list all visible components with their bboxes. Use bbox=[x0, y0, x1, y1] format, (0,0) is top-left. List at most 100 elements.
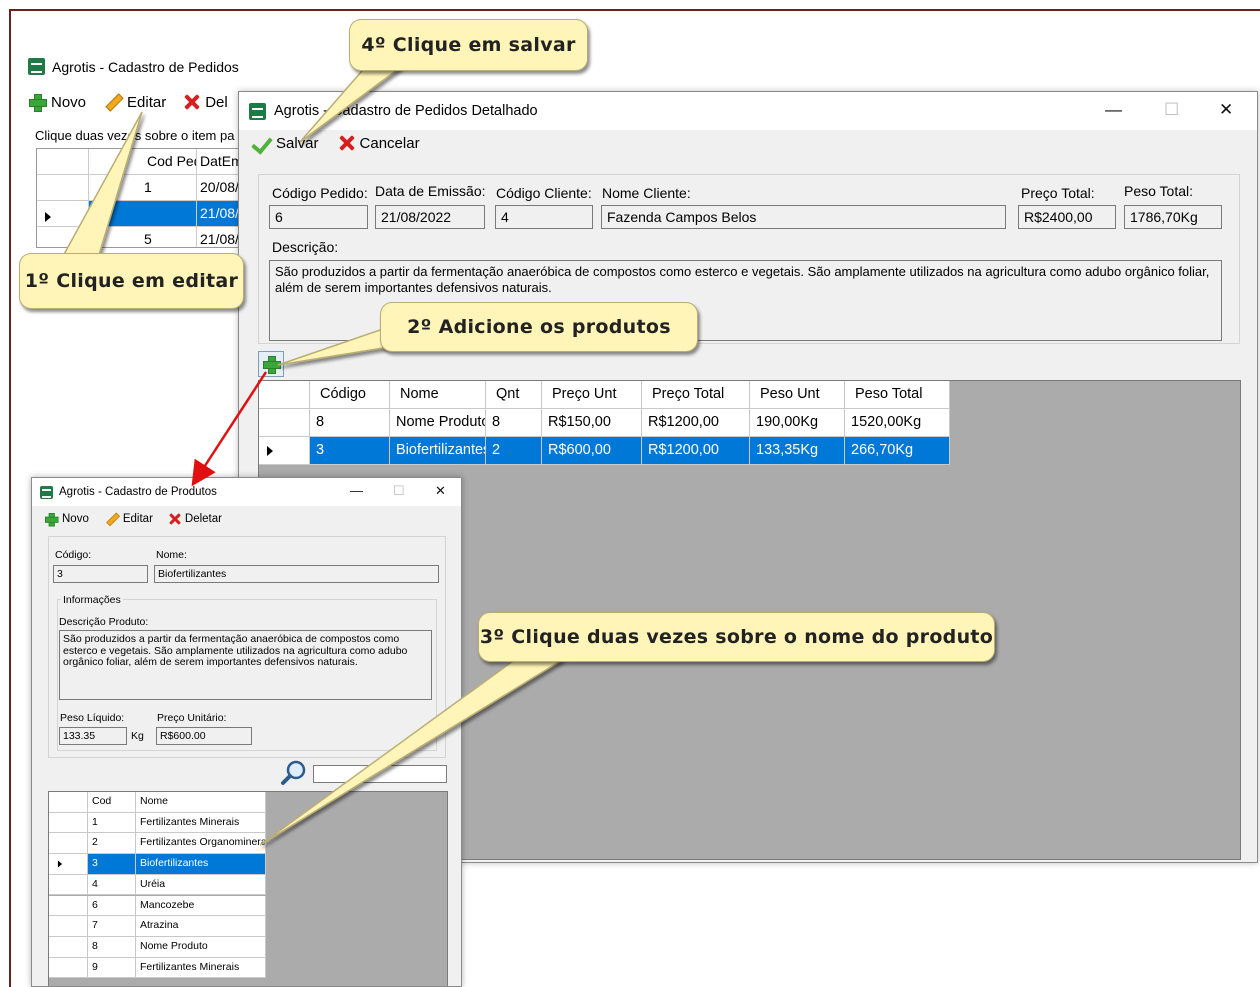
product-delete-button[interactable]: Deletar bbox=[167, 510, 222, 528]
grid-header-cell[interactable]: Qnt bbox=[486, 381, 542, 409]
minimize-icon[interactable]: — bbox=[1105, 100, 1122, 120]
table-cell: R$1200,00 bbox=[642, 437, 750, 465]
app-logo-icon bbox=[40, 485, 53, 499]
table-cell: 2 bbox=[486, 437, 542, 465]
table-row[interactable]: 1 Fertilizantes Minerais bbox=[49, 812, 266, 834]
orders-grid-header: Cod Pedido DatEm bbox=[37, 149, 249, 175]
row-header bbox=[259, 437, 310, 465]
table-cell: 190,00Kg bbox=[750, 409, 845, 437]
grid-header-cell[interactable]: Código bbox=[310, 381, 390, 409]
grid-header-cell[interactable]: Peso Unt bbox=[750, 381, 845, 409]
product-name-field[interactable]: Biofertilizantes bbox=[154, 565, 439, 583]
row-header bbox=[259, 409, 310, 437]
grid-header-cell[interactable]: Cod bbox=[88, 792, 136, 813]
product-search-input[interactable] bbox=[313, 765, 447, 783]
table-row[interactable]: 2 Fertilizantes Organominerais bbox=[49, 833, 266, 855]
cancel-button[interactable]: Cancelar bbox=[339, 134, 420, 152]
total-price-field[interactable]: R$2400,00 bbox=[1018, 205, 1116, 229]
close-icon[interactable]: ✕ bbox=[435, 483, 446, 499]
row-header bbox=[49, 854, 88, 875]
close-icon[interactable]: ✕ bbox=[1219, 100, 1233, 120]
net-weight-field[interactable]: 133.35 bbox=[59, 727, 127, 745]
edit-button[interactable]: Editar bbox=[104, 93, 166, 111]
row-pointer-icon bbox=[57, 860, 63, 868]
x-icon bbox=[169, 513, 181, 525]
row-header bbox=[49, 812, 88, 834]
table-row[interactable]: 3 Biofertilizantes bbox=[49, 854, 266, 875]
maximize-icon[interactable]: ☐ bbox=[1164, 100, 1179, 120]
grid-header-cell[interactable]: Peso Total bbox=[845, 381, 950, 409]
order-code-label: Código Pedido: bbox=[272, 185, 368, 201]
plus-icon bbox=[28, 93, 47, 112]
grid-header-cell[interactable]: Nome bbox=[136, 792, 266, 813]
table-row[interactable]: 1 20/08/ bbox=[37, 175, 249, 201]
table-row[interactable]: 5 21/08/ bbox=[37, 227, 249, 247]
delete-button[interactable]: Del bbox=[184, 93, 228, 111]
table-row[interactable]: 8 Nome Produto 8 R$150,00 R$1200,00 190,… bbox=[259, 409, 950, 437]
grid-header-cell[interactable]: Preço Total bbox=[642, 381, 750, 409]
total-weight-field[interactable]: 1786,70Kg bbox=[1124, 205, 1222, 229]
table-cell: Nome Produto bbox=[390, 409, 486, 437]
product-name-label: Nome: bbox=[156, 549, 187, 561]
magnifier-icon[interactable] bbox=[280, 760, 308, 786]
maximize-icon[interactable]: ☐ bbox=[393, 483, 405, 499]
product-name-cell[interactable]: Fertilizantes Minerais bbox=[136, 957, 266, 979]
row-header bbox=[37, 201, 89, 227]
check-icon bbox=[251, 134, 271, 152]
table-row[interactable]: 7 Atrazina bbox=[49, 916, 266, 937]
client-code-field[interactable]: 4 bbox=[495, 205, 593, 229]
product-code-cell: 8 bbox=[88, 936, 136, 958]
product-name-cell[interactable]: Biofertilizantes bbox=[136, 854, 266, 875]
grid-header-cell[interactable]: Preço Unt bbox=[542, 381, 642, 409]
product-name-cell[interactable]: Fertilizantes Minerais bbox=[136, 812, 266, 834]
x-icon bbox=[339, 135, 355, 151]
order-items-header: Código Nome Qnt Preço Unt Preço Total Pe… bbox=[259, 381, 950, 409]
table-row[interactable]: 21/08/ bbox=[37, 201, 249, 227]
orders-hint: Clique duas vezes sobre o item pa bbox=[35, 128, 235, 143]
product-toolbar: Novo Editar Deletar bbox=[42, 510, 222, 528]
table-cell: R$600,00 bbox=[542, 437, 642, 465]
table-row[interactable]: 9 Fertilizantes Minerais bbox=[49, 957, 266, 979]
product-name-cell[interactable]: Nome Produto bbox=[136, 936, 266, 958]
save-button[interactable]: Salvar bbox=[251, 134, 319, 152]
table-row[interactable]: 6 Mancozebe bbox=[49, 895, 266, 917]
new-button-label: Novo bbox=[51, 93, 87, 111]
order-code-field[interactable]: 6 bbox=[269, 205, 368, 229]
product-description-label: Descrição Produto: bbox=[59, 616, 149, 628]
table-cell: 8 bbox=[310, 409, 390, 437]
product-new-button[interactable]: Novo bbox=[42, 510, 89, 528]
client-code-label: Código Cliente: bbox=[496, 185, 592, 201]
minimize-icon[interactable]: — bbox=[350, 483, 363, 498]
table-row[interactable]: 8 Nome Produto bbox=[49, 936, 266, 958]
add-product-button[interactable] bbox=[258, 351, 284, 377]
product-code-field[interactable]: 3 bbox=[53, 565, 148, 583]
row-header bbox=[49, 957, 88, 979]
client-name-field[interactable]: Fazenda Campos Belos bbox=[601, 205, 1006, 229]
product-name-cell[interactable]: Mancozebe bbox=[136, 895, 266, 917]
orders-grid[interactable]: Cod Pedido DatEm 1 20/08/ 21/08/ 5 21/08… bbox=[36, 148, 250, 248]
product-name-cell[interactable]: Fertilizantes Organominerais bbox=[136, 833, 266, 855]
table-cell: 8 bbox=[486, 409, 542, 437]
row-header bbox=[49, 895, 88, 917]
product-edit-button[interactable]: Editar bbox=[103, 510, 153, 528]
table-cell: 1520,00Kg bbox=[845, 409, 950, 437]
product-code-cell: 4 bbox=[88, 874, 136, 896]
unit-price-field[interactable]: R$600.00 bbox=[156, 727, 252, 745]
product-grid[interactable]: Cod Nome 1 Fertilizantes Minerais 2 Fertili… bbox=[48, 791, 448, 986]
plus-icon bbox=[262, 355, 281, 374]
grid-corner bbox=[259, 381, 310, 409]
product-name-cell[interactable]: Uréia bbox=[136, 874, 266, 896]
table-row[interactable]: 3 Biofertilizantes 2 R$600,00 R$1200,00 … bbox=[259, 437, 950, 465]
product-name-cell[interactable]: Atrazina bbox=[136, 916, 266, 937]
new-button[interactable]: Novo bbox=[28, 93, 87, 112]
table-row[interactable]: 4 Uréia bbox=[49, 874, 266, 896]
grid-header-cell[interactable]: Nome bbox=[390, 381, 486, 409]
callout-step1: 1º Clique em editar bbox=[19, 253, 244, 309]
orders-window-title: Agrotis - Cadastro de Pedidos bbox=[28, 58, 239, 75]
save-button-label: Salvar bbox=[276, 134, 319, 152]
product-window: Agrotis - Cadastro de Produtos — ☐ ✕ Nov… bbox=[31, 477, 462, 987]
product-description-field[interactable]: São produzidos a partir da fermentação a… bbox=[59, 630, 432, 700]
weight-unit-label: Kg bbox=[131, 730, 144, 742]
issue-date-field[interactable]: 21/08/2022 bbox=[375, 205, 485, 229]
grid-header-cell[interactable]: Cod Pedido bbox=[89, 149, 197, 175]
